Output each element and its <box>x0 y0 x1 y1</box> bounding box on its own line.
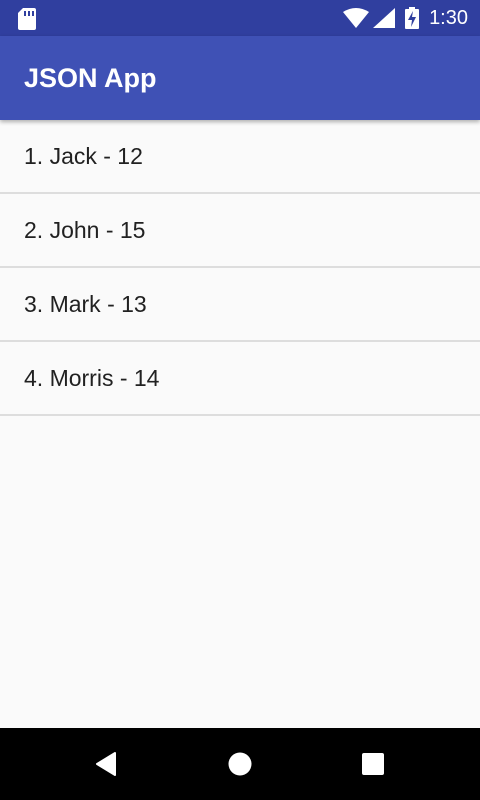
status-bar: 1:30 <box>0 0 480 36</box>
list-item[interactable]: 3. Mark - 13 <box>0 268 480 342</box>
list-item[interactable]: 4. Morris - 14 <box>0 342 480 416</box>
app-bar: JSON App <box>0 36 480 120</box>
wifi-icon <box>343 8 370 28</box>
back-icon[interactable] <box>66 728 146 800</box>
person-list: 1. Jack - 12 2. John - 15 3. Mark - 13 4… <box>0 120 480 416</box>
battery-charging-icon <box>405 7 420 29</box>
list-item-label: 3. Mark - 13 <box>24 290 147 317</box>
signal-icon <box>373 8 396 28</box>
list-item-label: 1. Jack - 12 <box>24 142 143 169</box>
list-item-label: 4. Morris - 14 <box>24 364 160 391</box>
app-title: JSON App <box>24 63 157 93</box>
navigation-bar <box>0 728 480 800</box>
sd-card-icon <box>18 8 36 35</box>
recents-icon[interactable] <box>333 728 413 800</box>
status-time: 1:30 <box>429 6 468 29</box>
list-item[interactable]: 2. John - 15 <box>0 194 480 268</box>
status-icons: 1:30 <box>343 0 468 36</box>
home-icon[interactable] <box>200 728 280 800</box>
list-item[interactable]: 1. Jack - 12 <box>0 120 480 194</box>
list-item-label: 2. John - 15 <box>24 216 146 243</box>
screen: 1:30 JSON App 1. Jack - 12 2. John - 15 … <box>0 0 480 800</box>
